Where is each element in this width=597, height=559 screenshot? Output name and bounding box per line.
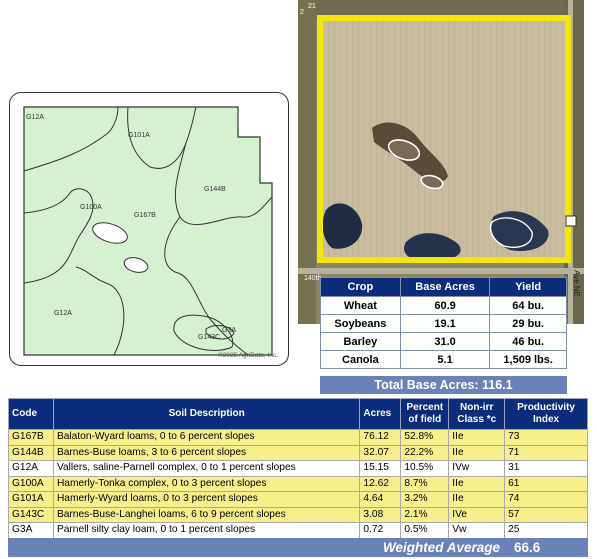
aerial-drawing: 21 2 140th Ave NE <box>298 0 584 324</box>
yield-header: Yield <box>489 277 567 297</box>
class-cell: IIe <box>448 429 506 446</box>
base-acres-cell: 5.1 <box>399 350 491 369</box>
acres-cell: 0.72 <box>359 522 402 539</box>
soil-map-label: G12A <box>26 114 44 121</box>
yield-cell: 1,509 lbs. <box>489 350 567 369</box>
pi-cell: 61 <box>504 475 588 492</box>
aerial-photo: 21 2 140th Ave NE <box>298 0 584 324</box>
pi-cell: 71 <box>504 444 588 461</box>
acres-cell: 15.15 <box>359 460 402 477</box>
percent-cell: 52.8% <box>400 429 450 446</box>
crop-cell: Wheat <box>320 296 401 315</box>
yield-cell: 64 bu. <box>489 296 567 315</box>
class-cell: IIe <box>448 475 506 492</box>
table-row: Canola 5.1 1,509 lbs. <box>320 350 567 369</box>
crop-table: Crop Base Acres Yield Wheat 60.9 64 bu. … <box>320 277 567 369</box>
code-cell: G144B <box>8 444 54 461</box>
percent-cell: 2.1% <box>400 506 450 523</box>
class-cell: IIe <box>448 444 506 461</box>
soil-map-label: G12A <box>54 310 72 317</box>
description-cell: Barnes-Buse-Langhei loams, 6 to 9 percen… <box>52 506 361 523</box>
code-cell: G143C <box>8 506 54 523</box>
table-row: G144B Barnes-Buse loams, 3 to 6 percent … <box>8 444 588 461</box>
description-cell: Hamerly-Wyard loams, 0 to 3 percent slop… <box>52 491 361 508</box>
class-cell: IIe <box>448 491 506 508</box>
road-label: 21 <box>308 3 316 10</box>
table-row: G143C Barnes-Buse-Langhei loams, 6 to 9 … <box>8 506 588 523</box>
code-cell: G12A <box>8 460 54 477</box>
soil-description-header: Soil Description <box>52 398 361 430</box>
copyright-notice: ©2025 AgriData, Inc. <box>217 352 278 359</box>
description-cell: Balaton-Wyard loams, 0 to 6 percent slop… <box>52 429 361 446</box>
weighted-average-row: Weighted Average 66.6 <box>8 538 588 557</box>
description-cell: Barnes-Buse loams, 3 to 6 percent slopes <box>52 444 361 461</box>
soil-map-drawing: G12A G101A G144B G100A G167B G12A G3A G1… <box>23 106 273 356</box>
weighted-average-label: Weighted Average <box>382 540 500 555</box>
crop-cell: Canola <box>320 350 401 369</box>
weighted-average-value: 66.6 <box>514 540 541 555</box>
code-cell: G3A <box>8 522 54 539</box>
yield-cell: 29 bu. <box>489 314 567 333</box>
productivity-header: Productivity Index <box>504 398 588 430</box>
pi-cell: 31 <box>504 460 588 477</box>
percent-cell: 0.5% <box>400 522 450 539</box>
acres-cell: 4.64 <box>359 491 402 508</box>
table-row: G3A Parnell silty clay loam, 0 to 1 perc… <box>8 522 588 539</box>
crop-header: Crop <box>320 277 401 297</box>
road-label: Ave NE <box>572 270 581 297</box>
total-base-acres: Total Base Acres: 116.1 <box>320 376 567 394</box>
acres-cell: 32.07 <box>359 444 402 461</box>
percent-cell: 8.7% <box>400 475 450 492</box>
acres-cell: 12.62 <box>359 475 402 492</box>
crop-cell: Barley <box>320 332 401 351</box>
class-cell: IVe <box>448 506 506 523</box>
code-cell: G167B <box>8 429 54 446</box>
soil-map-label: G167B <box>134 212 156 219</box>
table-row: Wheat 60.9 64 bu. <box>320 296 567 315</box>
percent-cell: 10.5% <box>400 460 450 477</box>
soil-map: G12A G101A G144B G100A G167B G12A G3A G1… <box>9 92 289 366</box>
acres-header: Acres <box>359 398 402 430</box>
base-acres-cell: 19.1 <box>399 314 491 333</box>
soil-map-label: G144B <box>204 186 226 193</box>
base-acres-cell: 60.9 <box>399 296 491 315</box>
table-row: G100A Hamerly-Tonka complex, 0 to 3 perc… <box>8 475 588 492</box>
base-acres-header: Base Acres <box>399 277 491 297</box>
code-cell: G100A <box>8 475 54 492</box>
yield-cell: 46 bu. <box>489 332 567 351</box>
soil-table: Code Soil Description Acres Percent of f… <box>8 398 588 539</box>
acres-cell: 76.12 <box>359 429 402 446</box>
pi-cell: 74 <box>504 491 588 508</box>
base-acres-cell: 31.0 <box>399 332 491 351</box>
description-cell: Parnell silty clay loam, 0 to 1 percent … <box>52 522 361 539</box>
soil-map-label: G143C <box>198 334 220 341</box>
percent-cell: 3.2% <box>400 491 450 508</box>
road-label: 140th <box>304 275 322 282</box>
soil-map-label: G3A <box>222 327 236 334</box>
table-row: G167B Balaton-Wyard loams, 0 to 6 percen… <box>8 429 588 446</box>
description-cell: Hamerly-Tonka complex, 0 to 3 percent sl… <box>52 475 361 492</box>
class-cell: IVw <box>448 460 506 477</box>
class-cell: Vw <box>448 522 506 539</box>
pi-cell: 57 <box>504 506 588 523</box>
pi-cell: 25 <box>504 522 588 539</box>
road-label: 2 <box>300 9 304 16</box>
soil-map-label: G101A <box>128 132 150 139</box>
code-cell: G101A <box>8 491 54 508</box>
table-row: G12A Vallers, saline-Parnell complex, 0 … <box>8 460 588 477</box>
acres-cell: 3.08 <box>359 506 402 523</box>
table-row: G101A Hamerly-Wyard loams, 0 to 3 percen… <box>8 491 588 508</box>
soil-map-label: G100A <box>80 204 102 211</box>
pi-cell: 73 <box>504 429 588 446</box>
code-header: Code <box>8 398 54 430</box>
crop-cell: Soybeans <box>320 314 401 333</box>
table-row: Soybeans 19.1 29 bu. <box>320 314 567 333</box>
percent-header: Percent of field <box>400 398 450 430</box>
description-cell: Vallers, saline-Parnell complex, 0 to 1 … <box>52 460 361 477</box>
class-header: Non-irr Class *c <box>448 398 506 430</box>
table-row: Barley 31.0 46 bu. <box>320 332 567 351</box>
field-boundary <box>23 106 273 356</box>
percent-cell: 22.2% <box>400 444 450 461</box>
